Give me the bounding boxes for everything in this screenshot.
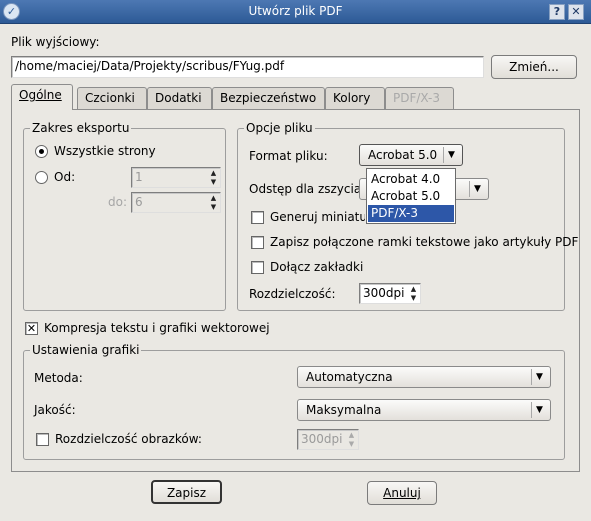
format-option-acrobat5[interactable]: Acrobat 5.0 — [368, 188, 454, 205]
resolution-label: Rozdzielczość: — [249, 287, 336, 301]
from-label: Od: — [54, 170, 76, 184]
export-range-legend: Zakres eksportu — [30, 121, 132, 135]
from-radio[interactable] — [35, 171, 48, 184]
resolution-input[interactable]: 300dpi ▲ ▼ — [359, 283, 421, 304]
generate-thumbs-label: Generuj miniatury — [270, 210, 365, 224]
close-button[interactable]: ✕ — [568, 4, 584, 20]
app-icon[interactable]: ✓ — [3, 3, 20, 20]
image-resolution-spin-icon[interactable]: ▲ ▼ — [346, 431, 357, 449]
tab-security[interactable]: Bezpieczeństwo — [212, 87, 325, 109]
chevron-down-icon: ▼ — [443, 147, 459, 163]
format-dropdown-list: Acrobat 4.0 Acrobat 5.0 PDF/X-3 — [366, 168, 456, 224]
window-title: Utwórz plik PDF — [248, 4, 343, 18]
format-label: Format pliku: — [249, 149, 328, 163]
cancel-button[interactable]: Anuluj — [367, 481, 437, 505]
resolution-spin-icon[interactable]: ▲ ▼ — [408, 285, 419, 303]
tab-extras[interactable]: Dodatki — [147, 87, 212, 109]
linked-frames-checkbox[interactable] — [251, 236, 264, 249]
all-pages-label: Wszystkie strony — [54, 144, 156, 158]
change-button[interactable]: Zmień... — [491, 55, 577, 79]
quality-select[interactable]: Maksymalna ▼ — [297, 399, 551, 421]
linked-frames-label: Zapisz połączone ramki tekstowe jako art… — [270, 235, 579, 249]
bookmarks-checkbox[interactable] — [251, 261, 264, 274]
image-resolution-input[interactable]: 300dpi ▲ ▼ — [297, 429, 359, 450]
tab-general[interactable]: Ogólne — [11, 84, 73, 110]
output-file-label: Plik wyjściowy: — [11, 35, 100, 49]
generate-thumbs-checkbox[interactable] — [251, 211, 264, 224]
binding-label: Odstęp dla zszycia: — [249, 182, 366, 196]
to-label: do: — [108, 195, 128, 209]
chevron-down-icon: ▼ — [531, 369, 547, 385]
chevron-down-icon: ▼ — [531, 402, 547, 418]
to-spin-icon[interactable]: ▲ ▼ — [208, 194, 219, 212]
image-resolution-checkbox[interactable] — [36, 433, 49, 446]
format-option-acrobat4[interactable]: Acrobat 4.0 — [368, 171, 454, 188]
from-page-input[interactable]: 1 ▲ ▼ — [131, 167, 221, 188]
tab-pdfx3[interactable]: PDF/X-3 — [385, 87, 454, 109]
tab-fonts[interactable]: Czcionki — [77, 87, 147, 109]
format-option-pdfx3[interactable]: PDF/X-3 — [368, 205, 454, 222]
file-options-legend: Opcje pliku — [244, 121, 315, 135]
save-button[interactable]: Zapisz — [151, 480, 222, 504]
quality-label: Jakość: — [34, 403, 76, 417]
all-pages-radio[interactable] — [35, 145, 48, 158]
from-spin-icon[interactable]: ▲ ▼ — [208, 169, 219, 187]
method-select[interactable]: Automatyczna ▼ — [297, 366, 551, 388]
title-bar: Utwórz plik PDF — [0, 0, 591, 24]
help-button[interactable]: ? — [549, 4, 565, 20]
image-resolution-label: Rozdzielczość obrazków: — [55, 432, 202, 446]
to-page-input[interactable]: 6 ▲ ▼ — [131, 192, 221, 213]
bookmarks-label: Dołącz zakładki — [270, 260, 364, 274]
method-label: Metoda: — [34, 371, 83, 385]
output-path-input[interactable]: /home/maciej/Data/Projekty/scribus/FYug.… — [11, 56, 484, 78]
tab-colors[interactable]: Kolory — [325, 87, 385, 109]
compression-checkbox[interactable]: ✕ — [25, 322, 38, 335]
image-settings-legend: Ustawienia grafiki — [30, 343, 142, 357]
compression-label: Kompresja tekstu i grafiki wektorowej — [44, 321, 270, 335]
chevron-down-icon: ▼ — [469, 181, 485, 197]
format-select[interactable]: Acrobat 5.0 ▼ — [359, 144, 463, 166]
